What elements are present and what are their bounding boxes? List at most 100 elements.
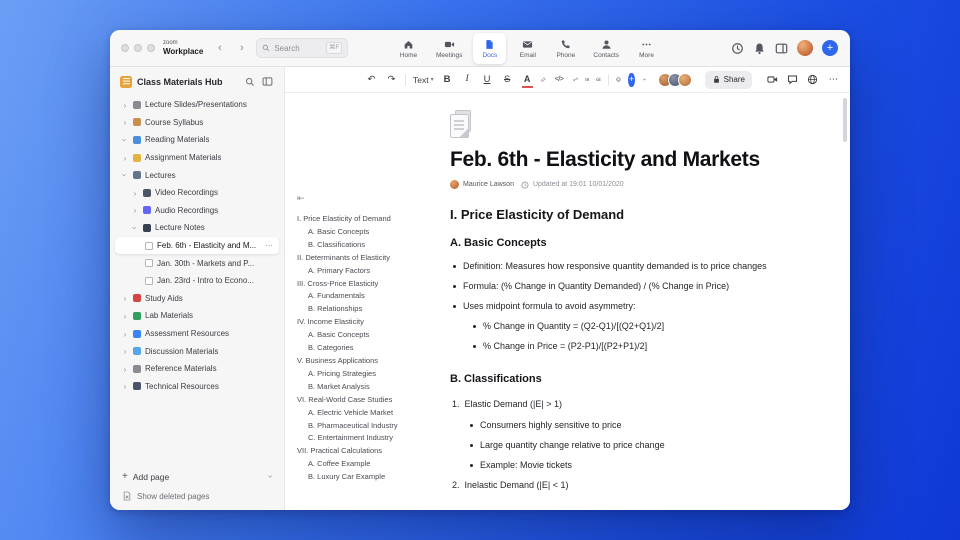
indent-icon[interactable] [596, 74, 602, 85]
maximize-window-button[interactable] [147, 44, 155, 52]
minimize-window-button[interactable] [134, 44, 142, 52]
outline-item[interactable]: A. Pricing Strategies [297, 368, 447, 381]
collapse-outline-icon[interactable]: ⇤ [297, 193, 447, 204]
bold-button[interactable]: B [441, 72, 454, 88]
tab-phone[interactable]: Phone [549, 33, 582, 64]
tab-home[interactable]: Home [392, 33, 425, 64]
outline-item[interactable]: III. Cross-Price Elasticity [297, 278, 447, 291]
outline-item[interactable]: B. Luxury Car Example [297, 471, 447, 484]
sidebar-item-assessment-resources[interactable]: › Assessment Resources [115, 325, 279, 343]
sidebar-item-lab-materials[interactable]: › Lab Materials [115, 307, 279, 325]
tab-meetings[interactable]: Meetings [430, 33, 468, 64]
outline-item[interactable]: VII. Practical Calculations [297, 445, 447, 458]
outline-item[interactable]: A. Fundamentals [297, 290, 447, 303]
search-input[interactable]: Search ⌘F [256, 38, 349, 58]
comments-icon[interactable] [787, 74, 798, 85]
sidebar-item-reference-materials[interactable]: › Reference Materials [115, 360, 279, 378]
sidebar-item-jan-23rd[interactable]: Jan. 23rd - Intro to Econo... [115, 272, 279, 290]
underline-button[interactable]: U [481, 72, 494, 88]
outline-item[interactable]: B. Pharmaceutical Industry [297, 420, 447, 433]
document-canvas[interactable]: Feb. 6th - Elasticity and Markets Mauric… [285, 93, 850, 510]
chevron-right-icon[interactable]: › [121, 381, 129, 391]
chevron-right-icon[interactable]: › [121, 311, 129, 321]
sidebar-item-audio-recordings[interactable]: › Audio Recordings [115, 202, 279, 220]
sidebar-search-icon[interactable] [243, 75, 256, 88]
show-deleted-pages-button[interactable]: Show deleted pages [122, 491, 272, 501]
outline-item[interactable]: II. Determinants of Elasticity [297, 252, 447, 265]
outline-item[interactable]: A. Electric Vehicle Market [297, 407, 447, 420]
italic-button[interactable]: I [461, 72, 474, 88]
strikethrough-button[interactable]: S [501, 72, 514, 88]
bullet-list-icon[interactable] [584, 74, 590, 85]
new-item-plus-button[interactable]: + [822, 40, 838, 56]
chevron-right-icon[interactable]: › [121, 346, 129, 356]
outline-item[interactable]: A. Coffee Example [297, 458, 447, 471]
font-color-button[interactable]: A [521, 72, 534, 88]
outline-item[interactable]: B. Categories [297, 342, 447, 355]
outline-item[interactable]: B. Relationships [297, 303, 447, 316]
collaborator-avatar[interactable] [677, 72, 692, 87]
outline-item[interactable]: A. Primary Factors [297, 265, 447, 278]
sidebar-item-technical-resources[interactable]: › Technical Resources [115, 378, 279, 396]
chevron-right-icon[interactable]: › [131, 188, 139, 198]
user-avatar[interactable] [797, 40, 813, 56]
sidebar-item-assignment-materials[interactable]: › Assignment Materials [115, 149, 279, 167]
text-style-dropdown[interactable]: Text ▾ [413, 75, 434, 85]
sidebar-item-video-recordings[interactable]: › Video Recordings [115, 184, 279, 202]
outline-item[interactable]: A. Basic Concepts [297, 226, 447, 239]
collapse-toolbar-icon[interactable] [642, 74, 647, 85]
undo-button[interactable]: ↶ [365, 72, 378, 88]
tab-more[interactable]: More [630, 33, 663, 64]
chevron-right-icon[interactable]: › [121, 153, 129, 163]
add-page-button[interactable]: + Add page › [122, 471, 275, 482]
sidebar-item-lectures[interactable]: › Lectures [115, 166, 279, 184]
close-window-button[interactable] [121, 44, 129, 52]
chevron-right-icon[interactable]: › [121, 364, 129, 374]
outline-item[interactable]: A. Basic Concepts [297, 329, 447, 342]
tab-contacts[interactable]: Contacts [587, 33, 625, 64]
chevron-right-icon[interactable]: › [121, 329, 129, 339]
forward-button[interactable]: › [234, 40, 249, 56]
redo-button[interactable]: ↷ [385, 72, 398, 88]
more-options-icon[interactable]: ⋯ [827, 72, 840, 88]
chevron-right-icon[interactable]: › [121, 293, 129, 303]
chevron-down-icon[interactable]: › [266, 475, 275, 478]
globe-icon[interactable] [807, 74, 818, 85]
history-clock-icon[interactable] [731, 42, 744, 55]
sidebar-item-discussion-materials[interactable]: › Discussion Materials [115, 342, 279, 360]
sidebar-item-lecture-notes[interactable]: › Lecture Notes [115, 219, 279, 237]
back-button[interactable]: ‹ [212, 40, 227, 56]
outline-item[interactable]: B. Market Analysis [297, 381, 447, 394]
sidebar-item-study-aids[interactable]: › Study Aids [115, 290, 279, 308]
vertical-scrollbar[interactable] [843, 98, 847, 142]
outline-item[interactable]: IV. Income Elasticity [297, 316, 447, 329]
share-button[interactable]: Share [704, 70, 752, 89]
side-panel-icon[interactable] [775, 42, 788, 55]
sidebar-item-lecture-slides[interactable]: › Lecture Slides/Presentations [115, 96, 279, 114]
outline-item[interactable]: C. Entertainment Industry [297, 432, 447, 445]
outline-item[interactable]: VI. Real-World Case Studies [297, 394, 447, 407]
outline-item[interactable]: I. Price Elasticity of Demand [297, 213, 447, 226]
sidebar-item-reading-materials[interactable]: › Reading Materials [115, 131, 279, 149]
notifications-bell-icon[interactable] [753, 42, 766, 55]
chevron-right-icon[interactable]: › [131, 205, 139, 215]
document-title[interactable]: Feb. 6th - Elasticity and Markets [450, 148, 850, 172]
highlighter-icon[interactable] [541, 74, 546, 85]
outline-item[interactable]: V. Business Applications [297, 355, 447, 368]
chevron-down-icon[interactable]: › [120, 171, 130, 179]
emoji-icon[interactable] [616, 74, 621, 85]
chevron-right-icon[interactable]: › [121, 100, 129, 110]
document-body[interactable]: I. Price Elasticity of Demand A. Basic C… [450, 207, 842, 496]
code-button[interactable]: </> [553, 72, 566, 88]
chevron-right-icon[interactable]: › [121, 117, 129, 127]
tab-docs[interactable]: Docs [473, 33, 507, 64]
link-icon[interactable] [572, 74, 578, 85]
chevron-down-icon[interactable]: › [120, 136, 130, 144]
chevron-down-icon[interactable]: › [130, 224, 140, 232]
sidebar-collapse-icon[interactable] [261, 75, 274, 88]
sidebar-item-feb-6th-selected[interactable]: Feb. 6th - Elasticity and M... ⋯ [115, 236, 279, 255]
sidebar-item-jan-30th[interactable]: Jan. 30th - Markets and P... [115, 254, 279, 272]
tab-email[interactable]: Email [511, 33, 544, 64]
ai-companion-button[interactable]: + [628, 72, 635, 87]
outline-item[interactable]: B. Classifications [297, 239, 447, 252]
